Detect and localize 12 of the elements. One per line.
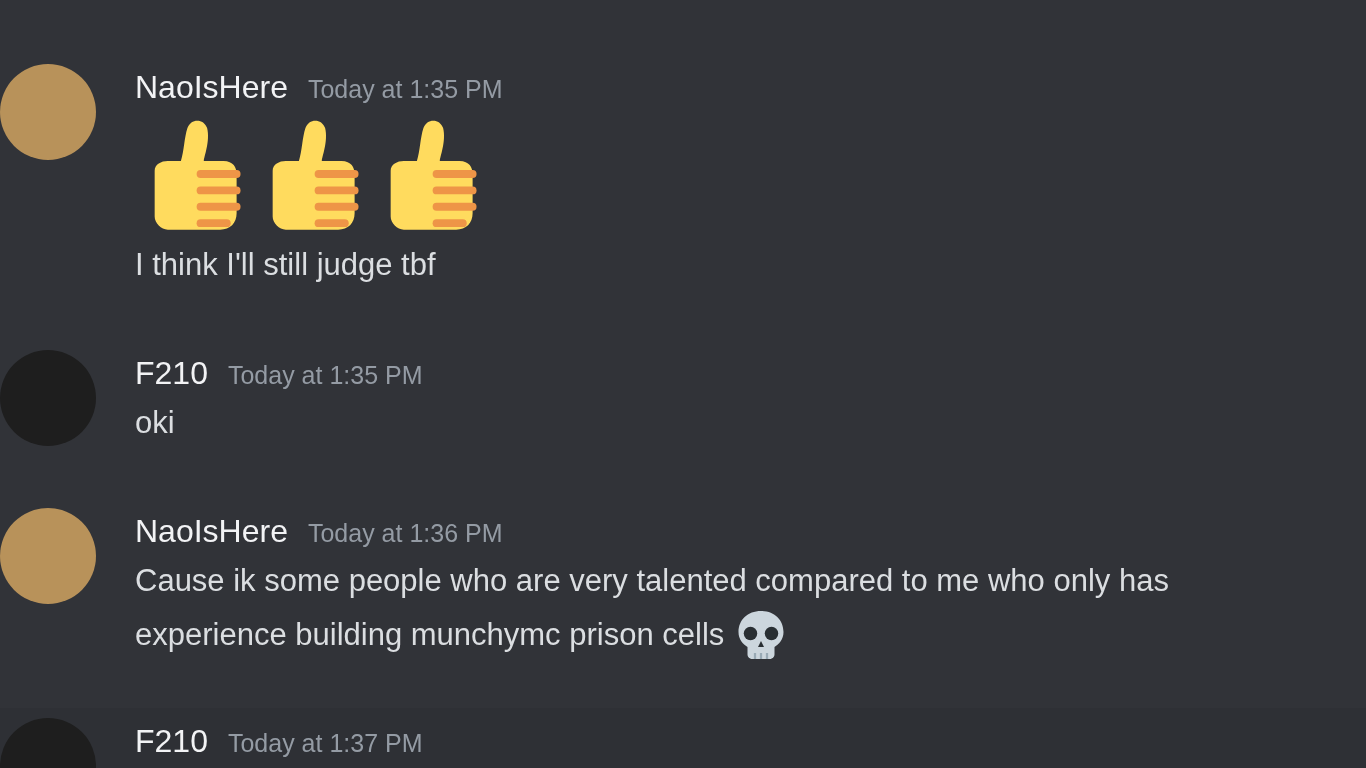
username[interactable]: F210 [135, 350, 208, 396]
username[interactable]: NaoIsHere [135, 64, 288, 110]
username[interactable]: F210 [135, 718, 208, 764]
message-text: experience building munchymc prison cells [135, 615, 725, 654]
timestamp: Today at 1:35 PM [307, 74, 503, 105]
timestamp: Today at 1:36 PM [307, 518, 503, 549]
message-text: Cause ik some people who are very talented compared to me who only has [135, 561, 1169, 600]
message-text: I think I'll still judge tbf [135, 245, 436, 284]
username[interactable]: NaoIsHere [135, 508, 288, 554]
message-text: oki [135, 403, 175, 442]
timestamp: Today at 1:37 PM [227, 728, 423, 759]
timestamp: Today at 1:35 PM [227, 360, 423, 391]
